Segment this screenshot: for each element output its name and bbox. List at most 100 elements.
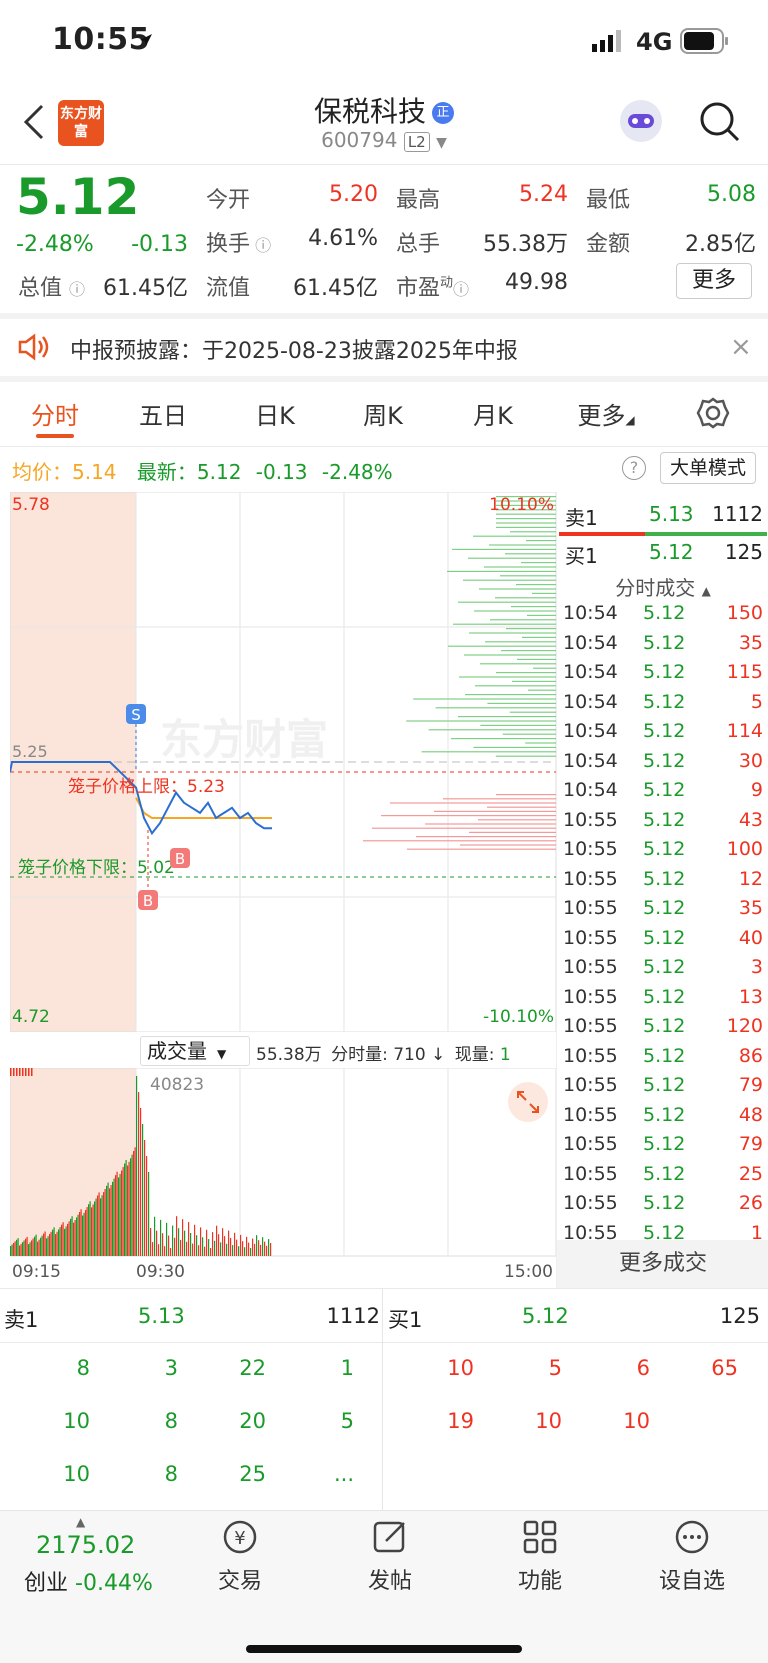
index-value[interactable]: 2175.02 [36,1531,135,1559]
volume-info: 55.38万 分时量: 710 ↓ 现量: 1 [256,1040,511,1065]
help-icon[interactable]: ? [622,456,646,480]
volume-bar [23,1240,25,1256]
total-cap-value: 61.45亿 [103,276,188,301]
volume-bar [59,1227,61,1256]
tab-weekly-k[interactable]: 周K [348,396,418,431]
current-vol-value: 1 [499,1045,511,1065]
volume-bar [10,1246,12,1256]
volume-bar [25,1068,27,1076]
depth-bar-buy [434,810,556,812]
volume-bar [106,1185,108,1256]
tick-price: 5.12 [643,808,686,831]
depth-bar-sell [406,720,556,722]
volume-bar [218,1234,220,1256]
volume-bar [95,1198,97,1256]
tick-volume: 5 [750,690,763,713]
close-notice-icon[interactable]: × [730,332,752,362]
volume-bar [228,1230,230,1256]
volume-bar [101,1195,103,1256]
depth-bar-buy [425,823,556,825]
queue-buy-price: 5.12 [522,1304,569,1328]
tab-intraday[interactable]: 分时 [20,396,90,431]
order-panel: 卖1 5.13 1112 买1 5.12 125 分时成交 ▲ 10:54 5.1… [556,492,768,1288]
depth-bar-sell [469,632,556,634]
volume-bar [119,1173,121,1256]
tick-row: 10:54 5.12 35 [557,632,768,660]
open-value: 5.20 [329,182,378,207]
robot-avatar-icon[interactable] [620,100,662,142]
expand-button[interactable] [508,1082,548,1122]
more-quote-button[interactable]: 更多 [676,263,752,299]
volume-bar [246,1236,248,1256]
volume-bar [67,1223,69,1256]
latest-label: 最新： [136,460,197,484]
tick-time: 10:55 [563,1015,618,1037]
nav-post[interactable]: 发帖 [350,1517,430,1595]
volume-bar [80,1209,82,1256]
depth-bar-buy [381,815,556,817]
index-name-change[interactable]: 创业 -0.44% [24,1565,153,1597]
volume-bar [176,1216,178,1256]
volume-bar [35,1234,37,1256]
volume-bar [164,1246,166,1256]
nav-add-watchlist[interactable]: 设自选 [652,1517,732,1595]
tick-volume: 30 [738,749,763,772]
volume-bar [83,1212,85,1256]
depth-bar-buy [469,831,556,833]
volume-value: 55.38万 [483,232,568,257]
tick-row: 10:55 5.12 12 [557,868,768,896]
volume-bar [128,1161,130,1256]
depth-bar-sell [435,707,556,709]
tick-time: 10:55 [563,1192,618,1214]
search-icon[interactable] [698,100,742,144]
big-order-mode-button[interactable]: 大单模式 [660,452,756,484]
tick-volume: 35 [738,897,763,919]
tab-monthly-k[interactable]: 月K [458,396,528,431]
queue-cell: 1 [340,1356,354,1380]
volume-bar [47,1236,49,1256]
tick-volume: 25 [738,1162,763,1185]
tick-volume: 9 [750,779,763,801]
low-label: 最低 [586,188,631,213]
volume-bar [26,1236,28,1256]
nav-functions[interactable]: 功能 [500,1517,580,1595]
notice-text[interactable]: 中报预披露：于2025-08-23披露2025年中报 [70,333,518,365]
volume-bar [44,1231,46,1256]
tab-more[interactable]: 更多◢ [566,396,646,431]
tick-row: 10:54 5.12 115 [557,661,768,689]
tick-row: 10:55 5.12 13 [557,986,768,1014]
depth-bar-sell [485,641,556,643]
intraday-price-chart[interactable]: 东方财富 5.78 4.72 10.10% -10.10% 5.25 笼子价格上… [10,492,556,1032]
volume-bar [130,1158,132,1256]
volume-bar [22,1242,24,1256]
svg-text:¥: ¥ [234,1528,245,1549]
tick-price: 5.12 [643,1074,686,1096]
depth-bar-buy [372,827,556,829]
more-ticks-button[interactable]: 更多成交 [557,1240,768,1288]
queue-cell: 22 [239,1356,266,1380]
more-dots-icon [675,1520,709,1554]
volume-bar [254,1243,256,1256]
volume-bar [103,1192,105,1256]
volume-bar [250,1248,252,1256]
volume-bar [158,1244,160,1256]
tab-daily-k[interactable]: 日K [240,396,310,431]
volume-chart[interactable]: 40823 [10,1068,556,1258]
buy1-price: 5.12 [649,540,694,564]
depth-bar-sell [451,738,556,740]
tick-time: 10:54 [563,779,618,801]
depth-bar-sell [468,557,556,559]
queue-buy-label: 买1 [388,1308,423,1332]
depth-bar-sell [521,562,556,564]
tick-price: 5.12 [643,1162,686,1185]
depth-bar-sell [527,614,556,616]
indicator-selector[interactable]: 成交量 ▼ [140,1036,250,1066]
settings-icon[interactable] [696,396,730,430]
bottom-pct-label: -10.10% [483,1007,554,1027]
nav-trade[interactable]: ¥ 交易 [200,1517,280,1595]
volume-bar [121,1170,123,1256]
volume-bar [182,1219,184,1256]
tab-5day[interactable]: 五日 [128,396,198,431]
time-open: 09:30 [136,1262,185,1282]
queue-cell: ... [333,1462,354,1486]
